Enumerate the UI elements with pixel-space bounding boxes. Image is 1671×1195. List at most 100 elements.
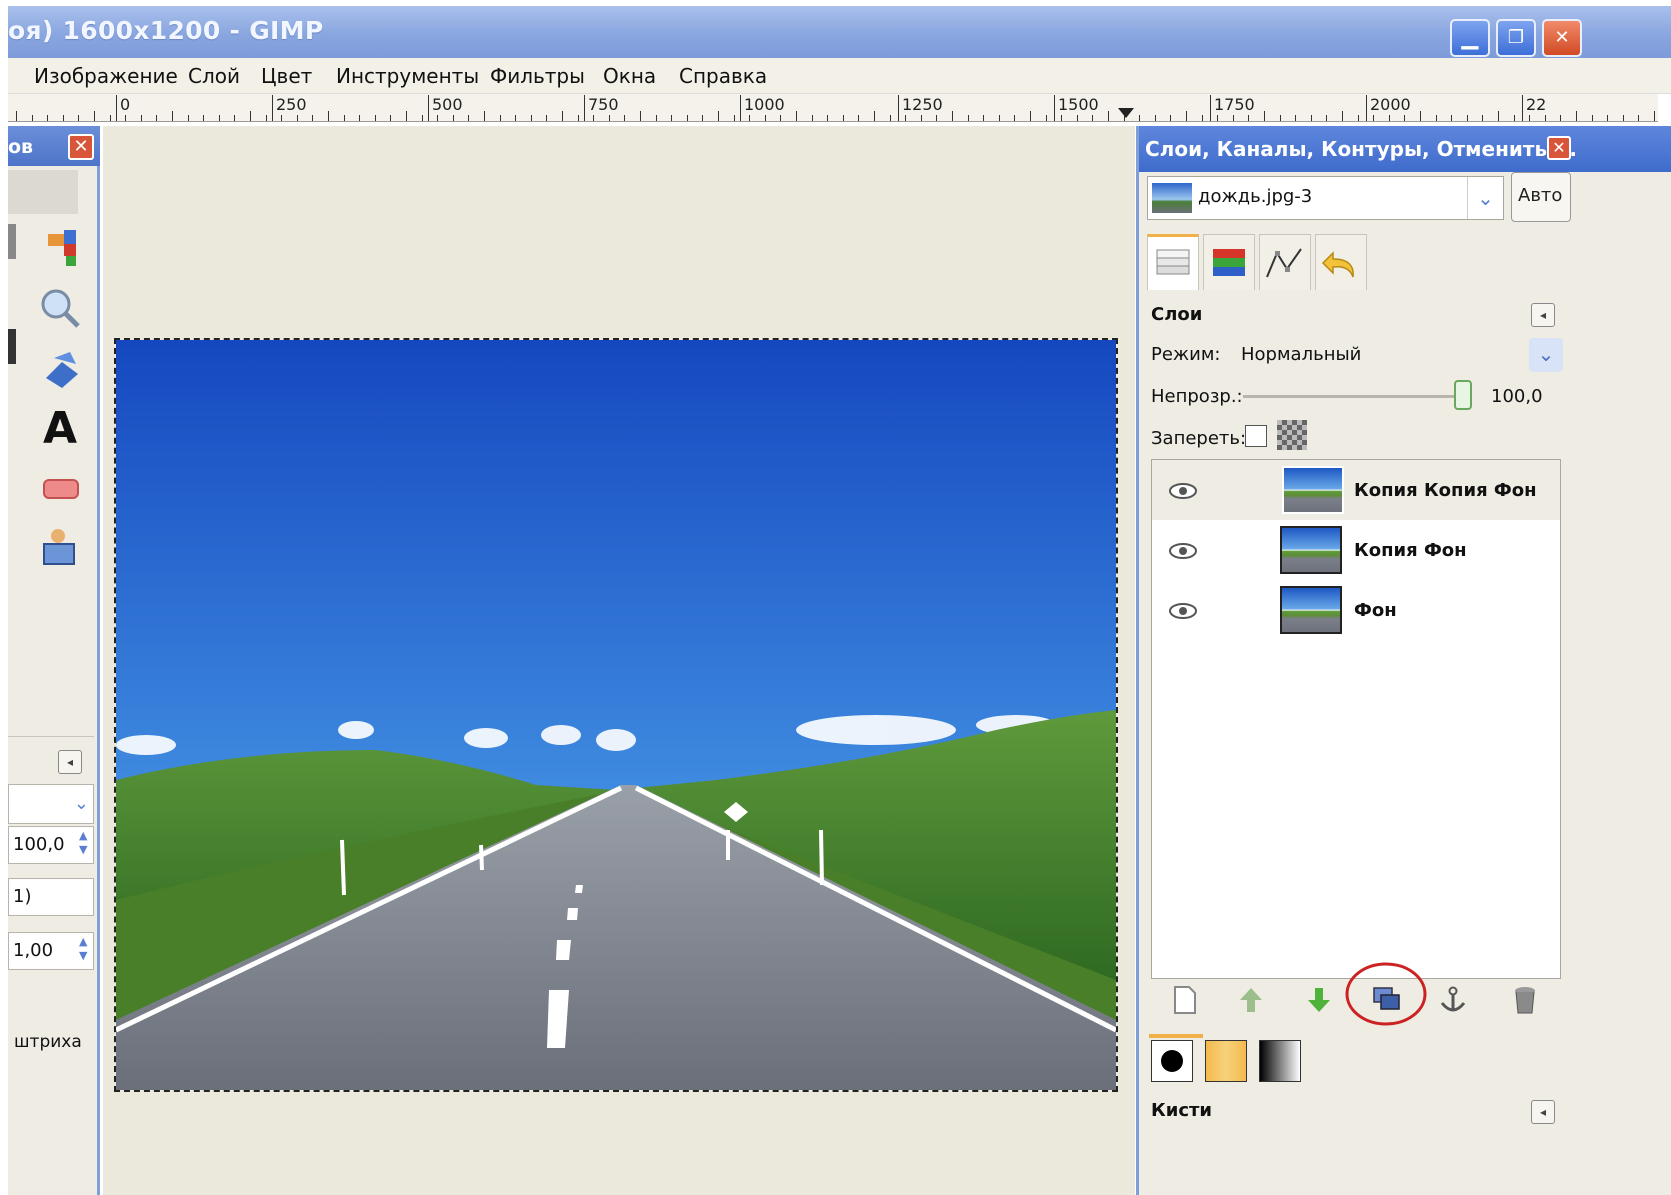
eye-icon[interactable] — [1168, 542, 1198, 560]
toolbox-options-toggle[interactable]: ◂ — [58, 750, 82, 774]
spin-icon[interactable]: ▲ ▼ — [79, 935, 95, 963]
maximize-button[interactable]: ❐ — [1496, 19, 1536, 57]
chevron-down-icon[interactable]: ⌄ — [1467, 177, 1503, 219]
menu-help[interactable]: Справка — [679, 64, 767, 88]
menu-filters[interactable]: Фильтры — [490, 64, 585, 88]
ruler-tick — [1248, 115, 1249, 121]
ruler-tick — [1326, 115, 1327, 121]
menu-tools[interactable]: Инструменты — [336, 64, 479, 88]
channels-tab-icon[interactable] — [1203, 234, 1255, 290]
layer-name[interactable]: Копия Копия Фон — [1354, 480, 1537, 501]
panel-menu-button[interactable]: ◂ — [1531, 303, 1555, 327]
ruler-tick — [687, 115, 688, 121]
lock-alpha-icon[interactable] — [1277, 420, 1307, 450]
auto-button[interactable]: Авто — [1511, 172, 1571, 222]
toolbox-header: ов ✕ — [8, 126, 100, 166]
menu-color[interactable]: Цвет — [261, 64, 312, 88]
ruler-tick — [1155, 115, 1156, 121]
undo-tab-icon[interactable] — [1315, 234, 1367, 290]
ruler-tick — [1358, 115, 1359, 121]
ruler-tick — [188, 115, 189, 121]
opacity-slider-handle[interactable] — [1454, 380, 1472, 410]
eye-icon[interactable] — [1168, 482, 1198, 500]
ruler-tick — [250, 111, 251, 121]
text-tool-icon[interactable]: A — [38, 403, 82, 454]
ruler-tick — [515, 115, 516, 121]
toolbox-close-button[interactable]: ✕ — [68, 134, 94, 160]
ruler-tick — [1654, 111, 1655, 121]
image-selector[interactable]: дождь.jpg-3 ⌄ — [1147, 176, 1504, 220]
layers-dock: Слои, Каналы, Контуры, Отменить ... ✕ до… — [1136, 126, 1671, 1195]
brushes-menu-button[interactable]: ◂ — [1531, 1100, 1555, 1124]
ruler-tick — [921, 115, 922, 121]
stroke-label: штриха — [14, 1032, 82, 1052]
close-button[interactable]: ✕ — [1542, 19, 1582, 57]
opacity-slider-track[interactable] — [1243, 395, 1467, 398]
ruler-tick — [328, 111, 329, 121]
layer-name[interactable]: Фон — [1354, 600, 1397, 621]
raise-layer-icon[interactable] — [1233, 982, 1269, 1018]
menu-layer[interactable]: Слой — [188, 64, 240, 88]
clone-icon[interactable] — [38, 526, 82, 570]
layer-name[interactable]: Копия Фон — [1354, 540, 1467, 561]
layers-tab-icon[interactable] — [1147, 234, 1199, 290]
ruler-tick — [983, 115, 984, 121]
brush-swatch[interactable] — [1151, 1040, 1193, 1082]
dock-close-button[interactable]: ✕ — [1547, 136, 1571, 160]
ruler-tick — [999, 115, 1000, 121]
image-thumbnail — [1152, 183, 1192, 213]
ruler-pointer-icon — [1118, 108, 1134, 118]
eraser-icon[interactable] — [40, 466, 84, 510]
ruler-tick — [390, 115, 391, 121]
ruler-tick — [500, 115, 501, 121]
ruler-tick — [952, 111, 953, 121]
eye-icon[interactable] — [1168, 602, 1198, 620]
mode-dropdown-icon[interactable]: ⌄ — [1529, 338, 1563, 372]
ruler-tick — [1295, 115, 1296, 121]
layer-row[interactable]: Копия Копия Фон — [1152, 460, 1560, 520]
tool-field-2[interactable]: 1) — [8, 878, 94, 916]
ruler-tick — [1607, 115, 1608, 121]
tool-mode-select[interactable]: ⌄ — [8, 784, 94, 824]
gradient-swatch[interactable] — [1259, 1040, 1301, 1082]
paths-tab-icon[interactable] — [1259, 234, 1311, 290]
layer-row[interactable]: Копия Фон — [1152, 522, 1560, 582]
transform-icon[interactable] — [40, 348, 84, 392]
minimize-button[interactable]: ▁ — [1450, 19, 1490, 57]
tool-field-3[interactable]: 1,00 ▲ ▼ — [8, 932, 94, 970]
ruler-tick — [1420, 111, 1421, 121]
layer-thumbnail — [1280, 586, 1342, 634]
menu-image[interactable]: Изображение — [34, 64, 178, 88]
new-layer-icon[interactable] — [1167, 982, 1203, 1018]
pattern-swatch[interactable] — [1205, 1040, 1247, 1082]
ruler-tick — [936, 115, 937, 121]
ruler-tick — [1467, 115, 1468, 121]
delete-layer-icon[interactable] — [1507, 982, 1543, 1018]
ruler-tick — [63, 115, 64, 121]
layer-row[interactable]: Фон — [1152, 582, 1560, 642]
ruler-tick — [344, 115, 345, 121]
anchor-layer-icon[interactable] — [1435, 982, 1471, 1018]
opacity-value[interactable]: 100,0 — [1491, 386, 1543, 407]
ruler-tick — [812, 115, 813, 121]
menu-windows[interactable]: Окна — [603, 64, 656, 88]
zoom-icon[interactable] — [38, 286, 82, 330]
horizontal-ruler[interactable]: 0 250 500 750 1000 1250 1500 1750 2000 2… — [8, 94, 1658, 122]
color-tool-icon[interactable] — [42, 226, 86, 270]
mode-value[interactable]: Нормальный — [1241, 344, 1361, 365]
toolbox-title: ов — [8, 136, 34, 158]
image-canvas[interactable] — [114, 338, 1118, 1092]
tool-opacity-field[interactable]: 100,0 ▲ ▼ — [8, 826, 94, 864]
title-bar: оя) 1600x1200 - GIMP ▁ ❐ ✕ — [8, 6, 1671, 58]
ruler-tick — [1623, 115, 1624, 121]
ruler-tick — [47, 115, 48, 121]
lower-layer-icon[interactable] — [1301, 982, 1337, 1018]
ruler-tick — [578, 115, 579, 121]
layer-thumbnail — [1280, 526, 1342, 574]
highlight-circle — [1345, 962, 1427, 1026]
ruler-tick — [1030, 111, 1031, 121]
ruler-label: 250 — [272, 95, 307, 121]
spin-icon[interactable]: ▲ ▼ — [79, 829, 95, 857]
lock-checkbox[interactable] — [1245, 425, 1267, 447]
ruler-tick — [297, 115, 298, 121]
